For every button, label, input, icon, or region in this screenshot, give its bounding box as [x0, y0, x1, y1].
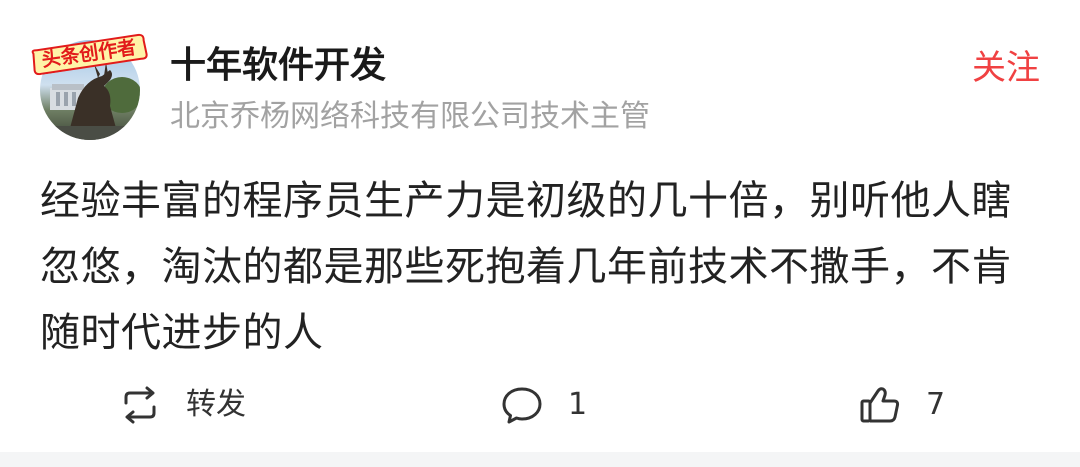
repost-button[interactable]: 转发 — [118, 372, 246, 438]
post-text[interactable]: 经验丰富的程序员生产力是初级的几十倍，别听他人瞎忽悠，淘汰的都是那些死抱着几年前… — [40, 168, 1030, 366]
post-header: 头条创作者 十年软件开发 北京乔杨网络科技有限公司技术主管 关注 — [0, 0, 1080, 150]
comment-count: 1 — [568, 387, 588, 422]
repost-label: 转发 — [186, 387, 246, 422]
repost-icon — [124, 386, 156, 424]
author-name[interactable]: 十年软件开发 — [170, 44, 386, 88]
author-title: 北京乔杨网络科技有限公司技术主管 — [170, 99, 650, 134]
like-button[interactable]: 7 — [858, 372, 945, 438]
action-bar: 转发 1 7 — [0, 372, 1080, 438]
follow-button[interactable]: 关注 — [972, 47, 1040, 89]
post-card: 头条创作者 十年软件开发 北京乔杨网络科技有限公司技术主管 关注 经验丰富的程序… — [0, 0, 1080, 467]
divider — [0, 452, 1080, 467]
comment-icon — [502, 387, 542, 424]
comment-button[interactable]: 1 — [500, 372, 587, 438]
thumbs-up-icon — [860, 387, 900, 423]
like-count: 7 — [926, 387, 946, 422]
